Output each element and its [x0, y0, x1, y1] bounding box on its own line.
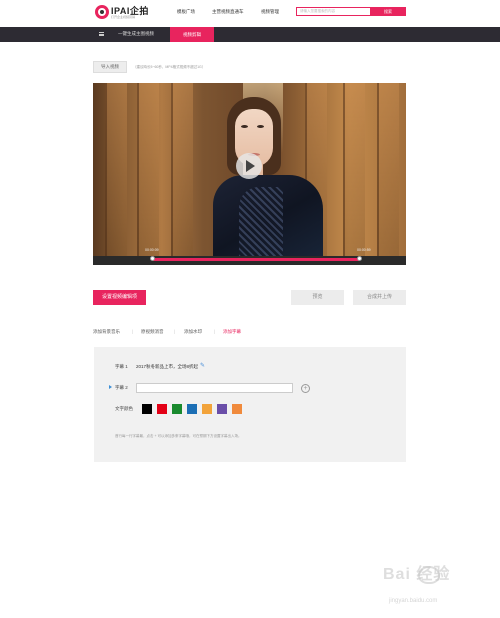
wall-panel — [137, 83, 159, 265]
play-icon[interactable] — [236, 153, 262, 179]
watermark-paw-icon — [418, 566, 440, 584]
wall-panel — [171, 83, 193, 265]
search-input[interactable]: 请输入您要搜索的内容 — [296, 7, 370, 16]
tab-divider: | — [174, 329, 176, 334]
import-hint: （建议時长5~60秒，MP4格式视频不超过1G） — [133, 65, 206, 69]
logo-icon — [95, 5, 109, 19]
watermark-url: jingyan.baidu.com — [389, 598, 438, 604]
subtitle-1-text[interactable]: 2017秋冬新品上市，全场8折起 — [136, 364, 198, 370]
color-swatch[interactable] — [202, 404, 212, 414]
progress-fill — [152, 258, 359, 261]
time-end: 00:00:59 — [357, 248, 371, 252]
publish-button[interactable]: 合成并上传 — [353, 290, 406, 305]
nav-item-video-manage[interactable]: 视频管理 — [261, 9, 279, 15]
nav-item-main-video[interactable]: 主营视频直通车 — [212, 9, 244, 15]
secondary-toolbar — [0, 27, 500, 42]
trim-end-handle[interactable] — [357, 256, 362, 261]
text-color-label: 文字颜色 — [115, 406, 133, 411]
toolbar-title: 一键生成主图视频 — [118, 31, 154, 36]
wall-panel — [377, 83, 399, 265]
color-swatch[interactable] — [157, 404, 167, 414]
color-swatch[interactable] — [172, 404, 182, 414]
logo[interactable]: IPAI企拍 打开企业视频营销 — [95, 4, 155, 22]
pencil-icon[interactable]: ✎ — [200, 363, 206, 369]
top-header: IPAI企拍 打开企业视频营销 — [0, 0, 500, 26]
color-swatch[interactable] — [142, 404, 152, 414]
subtitle-tip: 首行每一行字幕最，点击 + 可以添加多条字幕哦，可在预期下方设置字幕出入场。 — [115, 434, 242, 438]
caret-right-icon — [109, 385, 112, 389]
eye — [241, 125, 248, 128]
eye — [257, 125, 264, 128]
subtitle-2-input[interactable] — [136, 383, 293, 393]
tab-video-edit[interactable]: 视频剪辑 — [170, 27, 214, 42]
preview-button[interactable]: 预览 — [291, 290, 344, 305]
tab-watermark[interactable]: 添加水印 — [184, 329, 202, 335]
subtitle-2-label: 字幕 2 — [115, 385, 128, 390]
nav-item-template-square[interactable]: 模板广场 — [177, 9, 195, 15]
watermark-text: Bai 经验 — [383, 566, 451, 583]
trim-start-handle[interactable] — [150, 256, 155, 261]
subtitle-1-label: 字幕 1 — [115, 364, 128, 369]
time-start: 00:00:09 — [145, 248, 159, 252]
color-swatch[interactable] — [187, 404, 197, 414]
search-button[interactable]: 搜索 — [370, 7, 406, 16]
color-swatch[interactable] — [232, 404, 242, 414]
video-player[interactable]: 00:00:09 00:00:59 — [93, 83, 406, 265]
wall-panel — [343, 83, 365, 265]
tab-divider: | — [132, 329, 134, 334]
menu-icon[interactable] — [99, 32, 104, 36]
import-video-button[interactable]: 导入视频 — [93, 61, 127, 73]
tab-subtitles[interactable]: 添加字幕 — [223, 329, 241, 335]
lace-pattern — [239, 187, 283, 257]
tab-background-music[interactable]: 添加背景音乐 — [93, 329, 120, 335]
wall-panel — [105, 83, 127, 265]
plus-icon[interactable]: + — [301, 384, 310, 393]
logo-tagline: 打开企业视频营销 — [111, 15, 136, 19]
color-swatch[interactable] — [217, 404, 227, 414]
tab-mute-original[interactable]: 原视频消音 — [141, 329, 164, 335]
tab-divider: | — [214, 329, 216, 334]
edit-settings-button[interactable]: 设置视频编辑项 — [93, 290, 146, 305]
